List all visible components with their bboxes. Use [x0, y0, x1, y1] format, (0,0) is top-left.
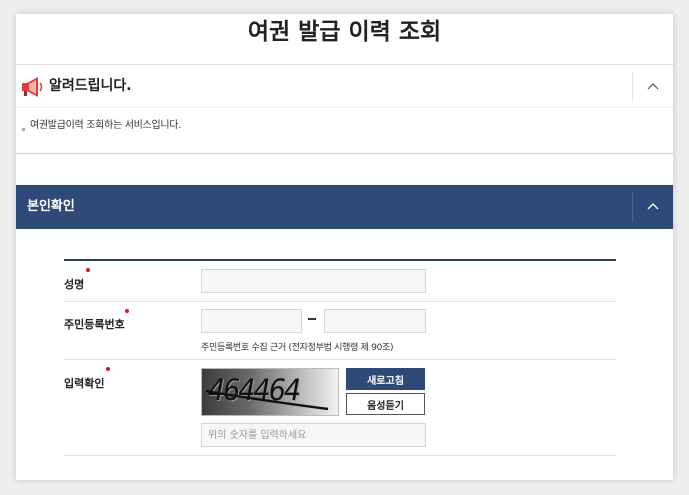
page-container: 여권 발급 이력 조회 알려드립니다. 여권발급이력 조회하는 서비스입니다. … [16, 14, 673, 480]
notice-text: 여권발급이력 조회하는 서비스입니다. [30, 120, 182, 131]
captcha-image: 464464 [201, 368, 339, 416]
name-input[interactable] [201, 269, 426, 293]
notice-body: 여권발급이력 조회하는 서비스입니다. [16, 108, 673, 154]
chevron-up-icon [647, 203, 659, 210]
megaphone-icon [20, 76, 44, 98]
verify-header[interactable]: 본인확인 [16, 185, 673, 229]
notice-toggle-button[interactable] [632, 72, 673, 102]
rrn-first-input[interactable] [201, 309, 302, 333]
rrn-second-input[interactable] [324, 309, 426, 333]
captcha-noise-line [205, 389, 329, 411]
verify-form: 성명 주민등록번호 주민등록번호 수집 근거 (전자정부법 시행령 제 90조)… [64, 259, 616, 456]
page-title: 여권 발급 이력 조회 [247, 19, 442, 45]
bullet-icon [22, 128, 25, 131]
form-row-name: 성명 [64, 261, 616, 302]
verify-toggle-button[interactable] [632, 192, 673, 222]
form-row-rrn: 주민등록번호 주민등록번호 수집 근거 (전자정부법 시행령 제 90조) [64, 302, 616, 360]
required-mark [125, 309, 129, 313]
rrn-note: 주민등록번호 수집 근거 (전자정부법 시행령 제 90조) [201, 343, 394, 353]
form-row-captcha: 입력확인 464464 새로고침 음성듣기 [64, 360, 616, 456]
captcha-label: 입력확인 [64, 377, 105, 390]
captcha-audio-button[interactable]: 음성듣기 [346, 393, 425, 415]
chevron-up-icon [647, 83, 659, 90]
rrn-dash [308, 318, 316, 320]
name-label: 성명 [64, 278, 85, 291]
notice-title: 알려드립니다. [49, 78, 132, 94]
required-mark [86, 268, 90, 272]
notice-header[interactable]: 알려드립니다. [16, 64, 673, 108]
verify-title: 본인확인 [27, 199, 75, 214]
required-mark [106, 367, 110, 371]
captcha-refresh-button[interactable]: 새로고침 [346, 368, 425, 390]
captcha-input[interactable] [201, 423, 426, 447]
rrn-label: 주민등록번호 [64, 318, 125, 331]
